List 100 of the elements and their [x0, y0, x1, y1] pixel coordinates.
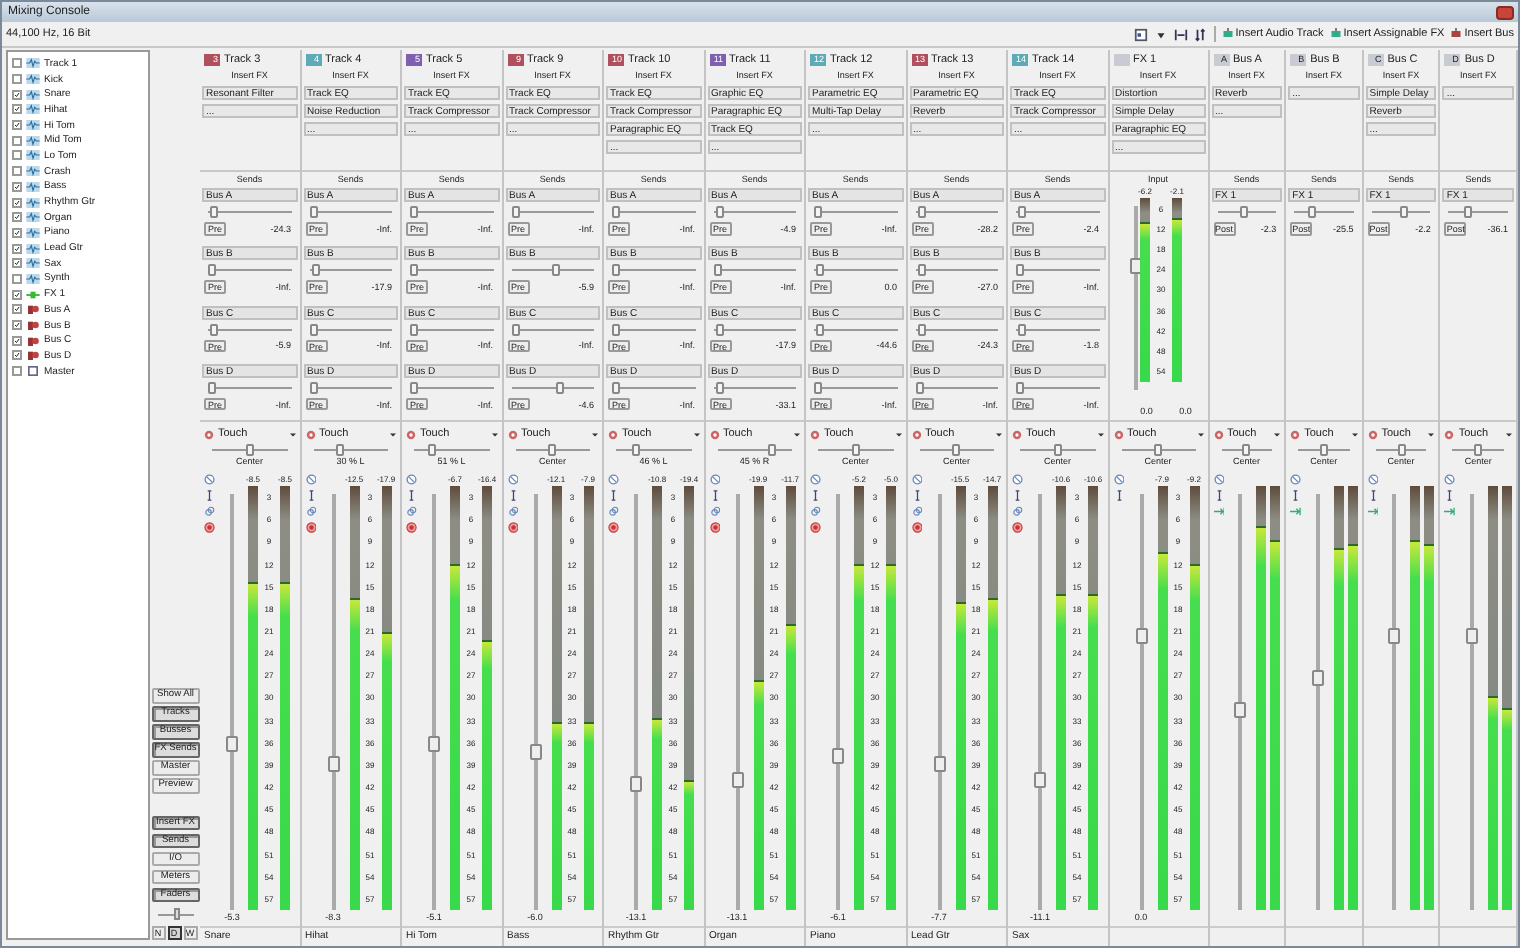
automation-icon[interactable]	[1444, 474, 1456, 485]
close-icon[interactable]	[1496, 5, 1514, 19]
send-slider-handle[interactable]	[410, 264, 418, 277]
caret-icon[interactable]	[1428, 431, 1435, 437]
record-icon[interactable]	[911, 522, 922, 533]
gear-icon[interactable]	[507, 429, 517, 439]
send-slider-handle[interactable]	[410, 381, 418, 394]
checkbox[interactable]	[12, 335, 22, 346]
input-icon[interactable]	[709, 490, 720, 501]
send-slider-handle[interactable]	[556, 381, 564, 394]
caret-icon[interactable]	[1506, 431, 1512, 437]
send-slider-handle[interactable]	[410, 206, 418, 218]
automation-icon[interactable]	[305, 474, 316, 485]
caret-icon[interactable]	[996, 431, 1002, 437]
pan-slider-handle[interactable]	[632, 444, 641, 456]
caret-icon[interactable]	[1153, 27, 1168, 41]
input-icon[interactable]	[1012, 490, 1023, 501]
automation-icon[interactable]	[1113, 474, 1124, 485]
send-slider-handle[interactable]	[713, 264, 721, 277]
input-icon[interactable]	[507, 490, 518, 501]
arrow-icon[interactable]	[1290, 506, 1302, 517]
checkbox[interactable]	[12, 74, 22, 85]
send-slider-handle[interactable]	[917, 323, 926, 335]
gear-icon[interactable]	[204, 429, 214, 439]
send-slider-handle[interactable]	[612, 381, 620, 394]
input-icon[interactable]	[1367, 490, 1379, 501]
send-slider-handle[interactable]	[1016, 381, 1024, 394]
input-icon[interactable]	[608, 490, 619, 501]
send-slider-handle[interactable]	[814, 381, 822, 394]
send-slider-handle[interactable]	[208, 264, 216, 277]
automation-icon[interactable]	[810, 474, 821, 485]
send-slider-handle[interactable]	[1018, 206, 1027, 218]
link-icon[interactable]	[305, 506, 316, 517]
send-slider-handle[interactable]	[715, 323, 724, 335]
panel-icon[interactable]	[1133, 27, 1148, 41]
automation-icon[interactable]	[1213, 474, 1224, 485]
automation-icon[interactable]	[406, 474, 417, 485]
arrow-icon[interactable]	[1444, 506, 1456, 517]
send-slider-handle[interactable]	[511, 206, 519, 218]
send-slider-handle[interactable]	[309, 206, 317, 218]
send-slider-handle[interactable]	[210, 206, 219, 218]
fader-handle[interactable]	[933, 755, 945, 772]
send-slider-handle[interactable]	[715, 206, 724, 218]
fader-handle[interactable]	[731, 772, 743, 789]
gear-icon[interactable]	[1367, 429, 1378, 439]
automation-icon[interactable]	[608, 474, 619, 485]
pan-slider-handle[interactable]	[1242, 444, 1251, 456]
record-icon[interactable]	[810, 522, 821, 533]
caret-icon[interactable]	[592, 431, 598, 437]
input-icon[interactable]	[1290, 490, 1302, 501]
pan-slider-handle[interactable]	[335, 444, 344, 456]
fader-handle[interactable]	[832, 747, 844, 764]
send-slider-handle[interactable]	[552, 264, 561, 277]
checkbox[interactable]	[12, 366, 22, 377]
automation-icon[interactable]	[709, 474, 720, 485]
send-slider-handle[interactable]	[1307, 206, 1316, 218]
send-slider-handle[interactable]	[309, 323, 317, 335]
fader-handle[interactable]	[1234, 702, 1247, 719]
input-icon[interactable]	[305, 490, 316, 501]
checkbox[interactable]	[12, 243, 22, 254]
automation-icon[interactable]	[1367, 474, 1379, 485]
link-icon[interactable]	[810, 506, 821, 517]
fader-handle[interactable]	[1034, 772, 1046, 789]
send-slider-handle[interactable]	[816, 323, 825, 335]
input-icon[interactable]	[810, 490, 821, 501]
send-slider-handle[interactable]	[208, 381, 216, 394]
pan-slider-handle[interactable]	[1154, 444, 1162, 456]
pan-slider-handle[interactable]	[1397, 444, 1406, 456]
caret-icon[interactable]	[390, 431, 396, 437]
pan-slider-handle[interactable]	[245, 444, 254, 456]
caret-icon[interactable]	[1351, 431, 1358, 437]
gear-icon[interactable]	[1444, 429, 1455, 439]
send-slider-handle[interactable]	[210, 323, 219, 335]
checkbox[interactable]	[12, 227, 22, 238]
caret-icon[interactable]	[491, 431, 497, 437]
input-icon[interactable]	[1444, 490, 1456, 501]
checkbox[interactable]	[12, 104, 22, 115]
input-icon[interactable]	[204, 490, 215, 501]
caret-icon[interactable]	[895, 431, 901, 437]
checkbox[interactable]	[12, 212, 22, 223]
gear-icon[interactable]	[406, 429, 416, 439]
record-icon[interactable]	[507, 522, 518, 533]
pan-slider-handle[interactable]	[548, 444, 557, 456]
send-slider-handle[interactable]	[917, 206, 926, 218]
gear-icon[interactable]	[810, 429, 820, 439]
gear-icon[interactable]	[305, 429, 315, 439]
fader-handle[interactable]	[529, 743, 541, 760]
gear-icon[interactable]	[1213, 429, 1223, 439]
automation-icon[interactable]	[1290, 474, 1302, 485]
automation-icon[interactable]	[911, 474, 922, 485]
gear-icon[interactable]	[1113, 429, 1123, 439]
slider-handle[interactable]	[174, 907, 181, 919]
fader-handle[interactable]	[630, 776, 642, 793]
record-icon[interactable]	[608, 522, 619, 533]
checkbox[interactable]	[12, 89, 22, 100]
fader-handle[interactable]	[1388, 628, 1401, 645]
caret-icon[interactable]	[794, 431, 800, 437]
fader-handle[interactable]	[428, 735, 440, 752]
send-slider-handle[interactable]	[917, 264, 926, 277]
pan-slider-handle[interactable]	[952, 444, 961, 456]
